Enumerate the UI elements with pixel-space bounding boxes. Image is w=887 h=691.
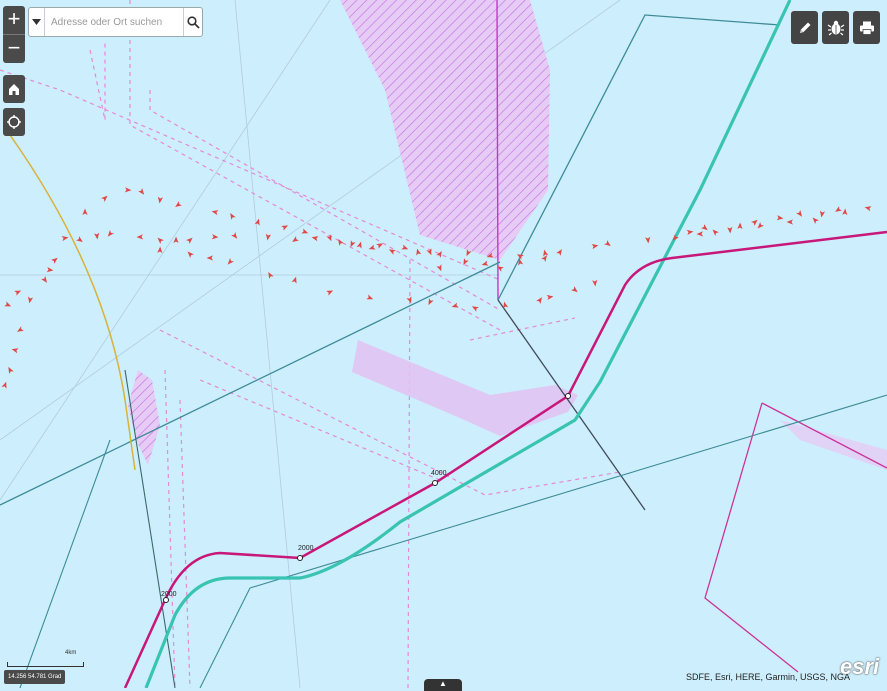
scale-label: 4km bbox=[65, 650, 77, 656]
home-icon bbox=[9, 84, 19, 95]
zoom-out-button[interactable]: − bbox=[3, 34, 25, 63]
esri-logo: esri bbox=[840, 654, 880, 679]
bottom-panel-toggle[interactable]: ▲ bbox=[424, 679, 462, 691]
search-icon bbox=[186, 15, 200, 29]
route-label: 2000 bbox=[161, 591, 177, 598]
bug-icon bbox=[827, 20, 844, 35]
locate-button[interactable] bbox=[3, 108, 25, 136]
zoom-in-button[interactable]: + bbox=[3, 6, 25, 34]
draw-button[interactable] bbox=[791, 11, 818, 44]
pencil-icon bbox=[799, 22, 810, 33]
caret-down-icon bbox=[32, 19, 41, 25]
scale-line bbox=[7, 662, 84, 667]
search-input[interactable] bbox=[45, 9, 183, 35]
print-button[interactable] bbox=[853, 11, 880, 44]
route-label: 4000 bbox=[431, 470, 447, 477]
search-button[interactable] bbox=[183, 8, 202, 36]
attribution-text: SDFE, Esri, HERE, Garmin, USGS, NGA bbox=[686, 672, 851, 682]
measure-button[interactable] bbox=[822, 11, 849, 44]
home-button[interactable] bbox=[3, 75, 25, 103]
zoom-control: + − bbox=[3, 6, 25, 63]
route-label: 2000 bbox=[298, 545, 314, 552]
map-canvas[interactable]: 2000 2000 4000 bbox=[0, 0, 887, 688]
search-source-dropdown[interactable] bbox=[29, 8, 45, 36]
search-widget bbox=[28, 7, 203, 37]
locate-icon bbox=[7, 115, 21, 129]
printer-icon bbox=[859, 21, 874, 35]
coordinate-readout: 14.256 54.781 Grad bbox=[4, 670, 66, 684]
chevron-up-icon: ▲ bbox=[439, 679, 447, 688]
